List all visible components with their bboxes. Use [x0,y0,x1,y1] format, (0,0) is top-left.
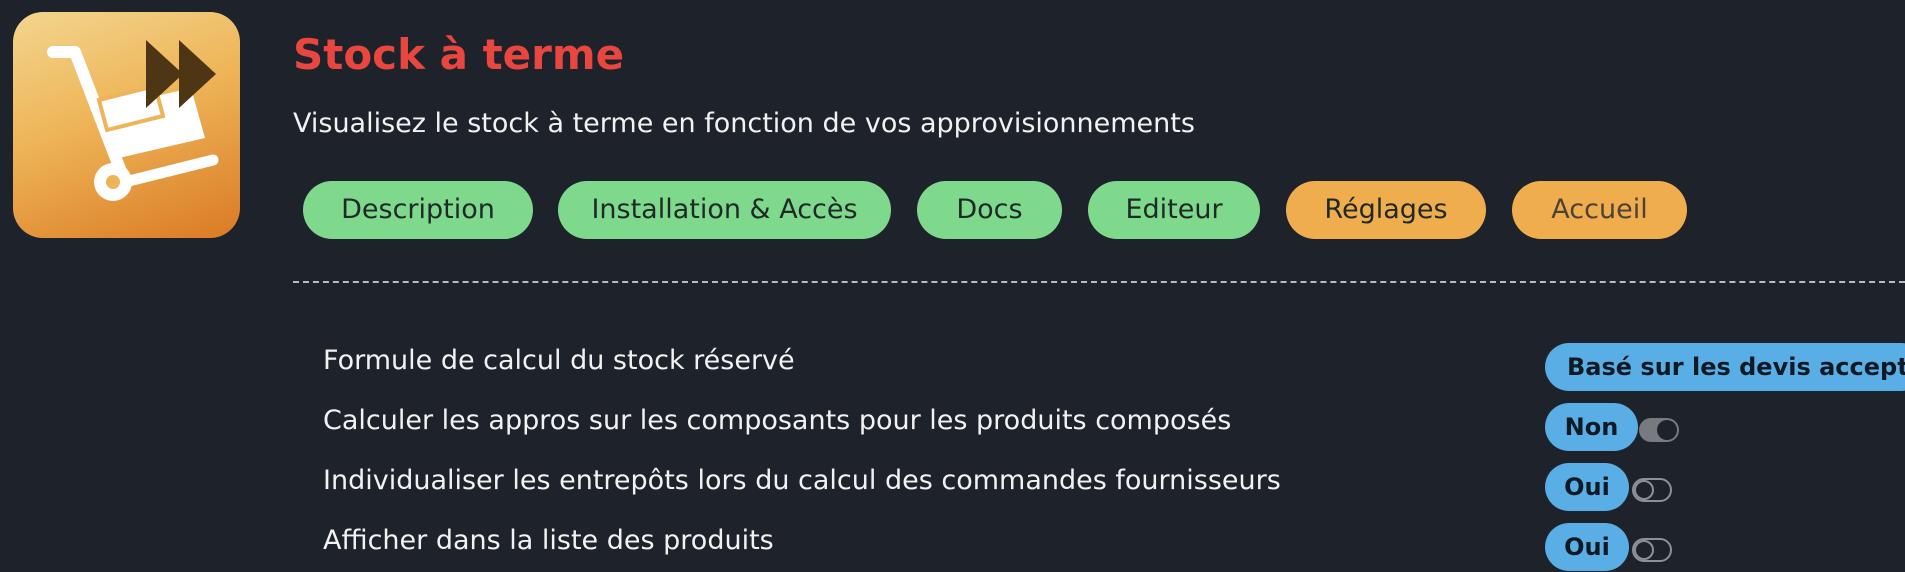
setting-label-product-list: Afficher dans la liste des produits [323,525,774,556]
setting-label-warehouses: Individualiser les entrepôts lors du cal… [323,465,1281,496]
section-divider [293,281,1905,283]
product-list-toggle[interactable] [1632,538,1672,562]
components-toggle[interactable] [1639,418,1679,442]
page-title: Stock à terme [293,30,625,79]
stock-formula-select[interactable]: Basé sur les devis acceptés e [1545,343,1905,391]
page-subtitle: Visualisez le stock à terme en fonction … [293,108,1195,139]
warehouses-value-badge[interactable]: Oui [1545,463,1629,511]
toggle-knob [1634,540,1654,560]
tab-reglages[interactable]: Réglages [1286,181,1486,239]
tab-installation-acces[interactable]: Installation & Accès [558,181,891,239]
tab-accueil[interactable]: Accueil [1512,181,1687,239]
tab-docs[interactable]: Docs [917,181,1062,239]
toggle-knob [1657,420,1677,440]
tab-description[interactable]: Description [303,181,533,239]
toggle-knob [1634,480,1654,500]
tab-editeur[interactable]: Editeur [1088,181,1260,239]
product-list-value-badge[interactable]: Oui [1545,523,1629,571]
components-value-badge[interactable]: Non [1545,403,1638,451]
setting-label-stock-formula: Formule de calcul du stock réservé [323,345,795,376]
warehouses-toggle[interactable] [1632,478,1672,502]
app-logo [13,12,240,238]
hand-truck-fast-forward-icon [47,40,219,201]
setting-label-components: Calculer les appros sur les composants p… [323,405,1232,436]
